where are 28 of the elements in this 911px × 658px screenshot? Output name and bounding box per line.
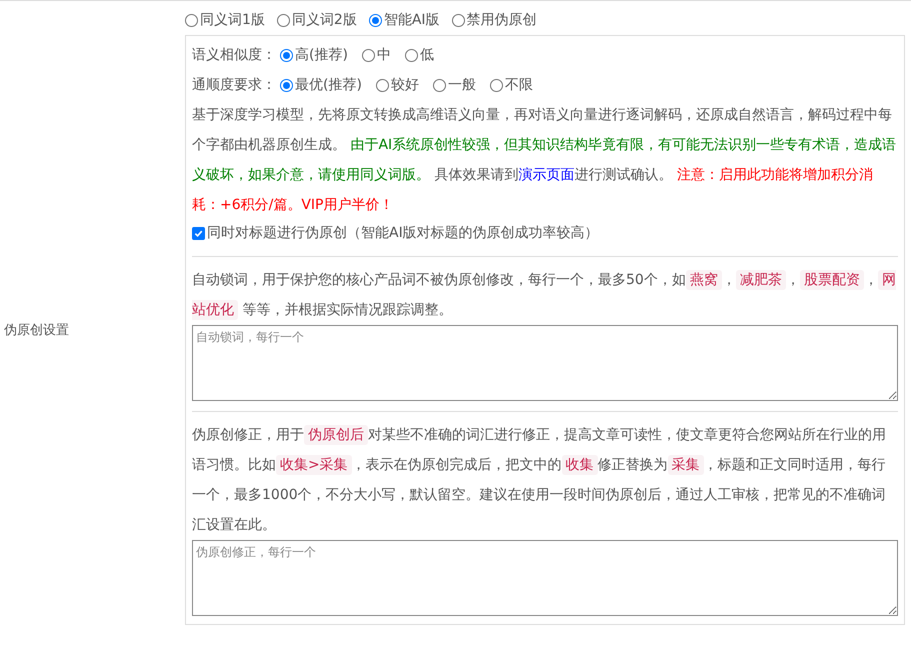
keyword-tag: 收集 xyxy=(562,455,598,475)
option-radio[interactable]: 低 xyxy=(404,46,434,64)
keyword-tag: 采集 xyxy=(668,455,704,475)
option-radio[interactable]: 较好 xyxy=(376,76,419,94)
mode-radio[interactable]: 同义词2版 xyxy=(276,11,357,29)
keyword-tag: 伪原创后 xyxy=(304,425,368,445)
option-radio[interactable]: 高(推荐) xyxy=(280,46,348,64)
setting-label: 通顺度要求： xyxy=(192,76,276,94)
option-radio[interactable]: 最优(推荐) xyxy=(280,76,362,94)
section-label: 伪原创设置 xyxy=(3,322,69,339)
keyword-tag: 减肥茶 xyxy=(736,270,786,290)
keyword-tag: 燕窝 xyxy=(686,270,722,290)
mode-radio[interactable]: 智能AI版 xyxy=(368,11,440,29)
keyword-tag: 收集>采集 xyxy=(276,455,352,475)
lock-words-field[interactable]: 自动锁词，每行一个 xyxy=(192,325,898,401)
corrections-field[interactable]: 伪原创修正，每行一个 xyxy=(192,540,898,616)
mode-radio[interactable]: 同义词1版 xyxy=(185,11,265,29)
option-radio[interactable]: 不限 xyxy=(490,76,533,94)
lock-words-description: 自动锁词，用于保护您的核心产品词不被伪原创修改，每行一个，最多50个，如 燕窝 ， 减肥茶 ， 股票配资 ， 网站优化 等等，并根据实际情况跟踪调整。 xyxy=(192,269,897,322)
option-radio[interactable]: 一般 xyxy=(432,76,476,94)
keyword-tag: 股票配资 xyxy=(800,270,864,290)
option-radio[interactable]: 中 xyxy=(362,46,391,64)
setting-label: 语义相似度： xyxy=(192,46,276,64)
demo-page-link[interactable]: 演示页面 xyxy=(518,167,574,183)
ai-description: 基于深度学习模型，先将原文转换成高维语义向量，再对语义向量进行逐词解码，还原成自然语言，解码过程中每个字都由机器原创生成。 由于AI系统原创性较强，但其知识结构毕竟有限，有可能无法识别一些专有术语，造成语义破坏，如果介意，请使用同义词版。 具体效果请到演示页面进行测试确认。 注意：启用此功能将增加积分消耗：+6积分/篇。VIP用户半价！ xyxy=(192,106,898,215)
title-rewrite-checkbox[interactable]: 同时对标题进行伪原创（智能AI版对标题的伪原创成功率较高） xyxy=(192,224,599,242)
corrections-description: 伪原创修正，用于 伪原创后 对某些不准确的词汇进行修正，提高文章可读性，使文章更符合您网站所在行业的用语习惯。比如 收集>采集 ，表示在伪原创完成后，把文中的 收集 修正替换为 采集 ，标题和正文同时适用，每行一个，最多1000个，不分大小写，默认留空。建议在使用一段时间伪原创后，通过人工审核，把常见的不准确词汇设置在此。 xyxy=(192,424,887,535)
mode-radio[interactable]: 禁用伪原创 xyxy=(452,11,537,29)
